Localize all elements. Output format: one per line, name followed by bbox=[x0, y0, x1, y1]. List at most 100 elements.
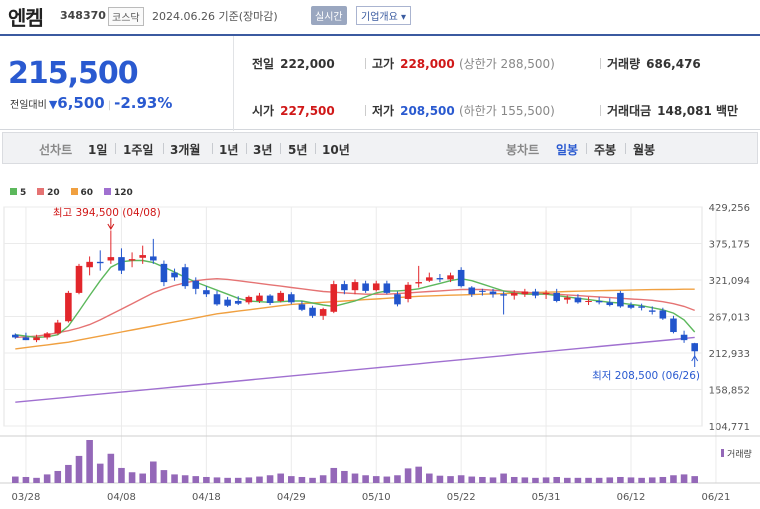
volume-bar bbox=[415, 466, 422, 483]
candle-body bbox=[510, 292, 518, 296]
candle-body bbox=[341, 284, 348, 291]
volume-bar bbox=[86, 440, 93, 483]
volume-bar bbox=[500, 473, 507, 483]
chart-period-tabs: 선차트 1일 1주일 3개월 1년 3년 5년 10년 봉차트 일봉 주봉 월봉 bbox=[2, 132, 758, 164]
y-tick-label: 104,771 bbox=[709, 422, 750, 433]
down-arrow-icon: ▼ bbox=[48, 98, 58, 111]
volume-bar bbox=[234, 477, 242, 483]
volume-bar bbox=[203, 476, 210, 483]
candle-body bbox=[75, 265, 83, 293]
asof-date: 2024.06.26 기준(장마감) bbox=[152, 10, 278, 23]
candle-body bbox=[43, 333, 51, 338]
candle-body bbox=[266, 295, 274, 304]
y-tick-label: 321,094 bbox=[709, 276, 750, 287]
tab-3month[interactable]: 3개월 bbox=[170, 141, 200, 158]
tab-5year[interactable]: 5년 bbox=[288, 141, 307, 158]
y-tick-label: 429,256 bbox=[709, 203, 750, 214]
volume-bar bbox=[128, 472, 136, 483]
candle-body bbox=[457, 269, 465, 287]
change-value: 6,500 bbox=[57, 94, 105, 112]
candle-body bbox=[670, 318, 677, 333]
high-annotation: 최고 394,500 (04/08) bbox=[53, 207, 161, 219]
candle-body bbox=[500, 294, 507, 296]
candle-body bbox=[489, 291, 497, 295]
volume-legend-swatch bbox=[721, 449, 724, 457]
candle-body bbox=[288, 294, 295, 303]
volume-bar bbox=[224, 477, 231, 483]
x-tick-label: 05/10 bbox=[362, 492, 391, 503]
company-overview-button[interactable]: 기업개요 ▾ bbox=[356, 6, 411, 25]
low-annotation: 최저 208,500 (06/26) bbox=[592, 370, 700, 382]
volume-bar bbox=[447, 476, 454, 483]
volume-bar bbox=[298, 476, 306, 483]
candle-body bbox=[638, 306, 645, 308]
volume-bar bbox=[595, 477, 603, 483]
candle-body bbox=[479, 290, 486, 292]
volume-bar bbox=[372, 476, 380, 483]
stock-name: 엔켐 bbox=[8, 6, 44, 30]
y-tick-label: 375,175 bbox=[709, 240, 750, 251]
volume-bar bbox=[553, 476, 560, 483]
candle-body bbox=[362, 283, 369, 291]
volume-bar bbox=[43, 474, 51, 483]
candle-body bbox=[447, 275, 454, 280]
volume-bar bbox=[160, 470, 168, 483]
tab-1week[interactable]: 1주일 bbox=[123, 141, 153, 158]
high-price: 고가 228,000 (상한가 288,500) bbox=[365, 55, 555, 72]
volume-bar bbox=[288, 476, 295, 483]
candle-body bbox=[203, 290, 210, 295]
candle-body bbox=[404, 284, 412, 299]
volume-bar bbox=[54, 470, 62, 483]
stock-code: 348370 bbox=[60, 9, 106, 22]
volume-bar bbox=[171, 474, 178, 483]
tab-line-chart[interactable]: 선차트 bbox=[39, 141, 72, 158]
candle-body bbox=[298, 304, 306, 310]
x-tick-label: 05/31 bbox=[532, 492, 561, 503]
change-label: 전일대비 bbox=[10, 100, 47, 111]
tab-daily[interactable]: 일봉 bbox=[556, 141, 578, 158]
volume-bar bbox=[648, 477, 656, 483]
y-tick-label: 158,852 bbox=[709, 385, 750, 396]
tab-1year[interactable]: 1년 bbox=[219, 141, 238, 158]
volume-value: 거래량 686,476 bbox=[600, 55, 701, 72]
tab-monthly[interactable]: 월봉 bbox=[633, 141, 655, 158]
candle-body bbox=[415, 282, 422, 284]
candle-body bbox=[648, 310, 656, 312]
volume-bar bbox=[341, 470, 348, 483]
quote-divider bbox=[233, 36, 234, 131]
tab-weekly[interactable]: 주봉 bbox=[594, 141, 616, 158]
candle-body bbox=[436, 278, 444, 280]
volume-bar bbox=[192, 476, 200, 483]
volume-bar bbox=[266, 475, 274, 483]
volume-bar bbox=[351, 473, 359, 483]
x-tick-label: 04/18 bbox=[192, 492, 221, 503]
open-price: 시가 227,500 bbox=[252, 104, 335, 118]
candle-body bbox=[150, 256, 157, 261]
volume-bar bbox=[96, 463, 104, 483]
candle-body bbox=[234, 300, 242, 304]
volume-bar bbox=[181, 475, 189, 483]
volume-bar bbox=[309, 477, 316, 483]
volume-bar bbox=[404, 468, 412, 483]
volume-bar bbox=[659, 476, 667, 483]
tab-candle-chart[interactable]: 봉차트 bbox=[506, 141, 539, 158]
stock-header: 엔켐 348370 코스닥 2024.06.26 기준(장마감) 실시간 기업개… bbox=[0, 0, 760, 30]
candle-body bbox=[309, 307, 316, 316]
realtime-button[interactable]: 실시간 bbox=[311, 6, 347, 25]
volume-label: 거래량 bbox=[727, 448, 752, 460]
tab-10year[interactable]: 10년 bbox=[322, 141, 350, 158]
volume-bar bbox=[362, 475, 369, 483]
volume-bar bbox=[532, 477, 539, 483]
volume-bar bbox=[479, 476, 486, 483]
candle-body bbox=[351, 282, 359, 291]
price-change: 전일대비 ▼6,500 | -2.93% bbox=[10, 94, 172, 112]
candle-body bbox=[128, 259, 136, 261]
candle-body bbox=[553, 292, 560, 301]
prev-close: 전일 222,000 bbox=[252, 57, 335, 71]
candle-body bbox=[224, 299, 231, 306]
candle-body bbox=[372, 283, 380, 291]
tab-3year[interactable]: 3년 bbox=[253, 141, 272, 158]
volume-bar bbox=[617, 476, 624, 483]
tab-1day[interactable]: 1일 bbox=[88, 141, 107, 158]
candle-body bbox=[680, 334, 688, 341]
